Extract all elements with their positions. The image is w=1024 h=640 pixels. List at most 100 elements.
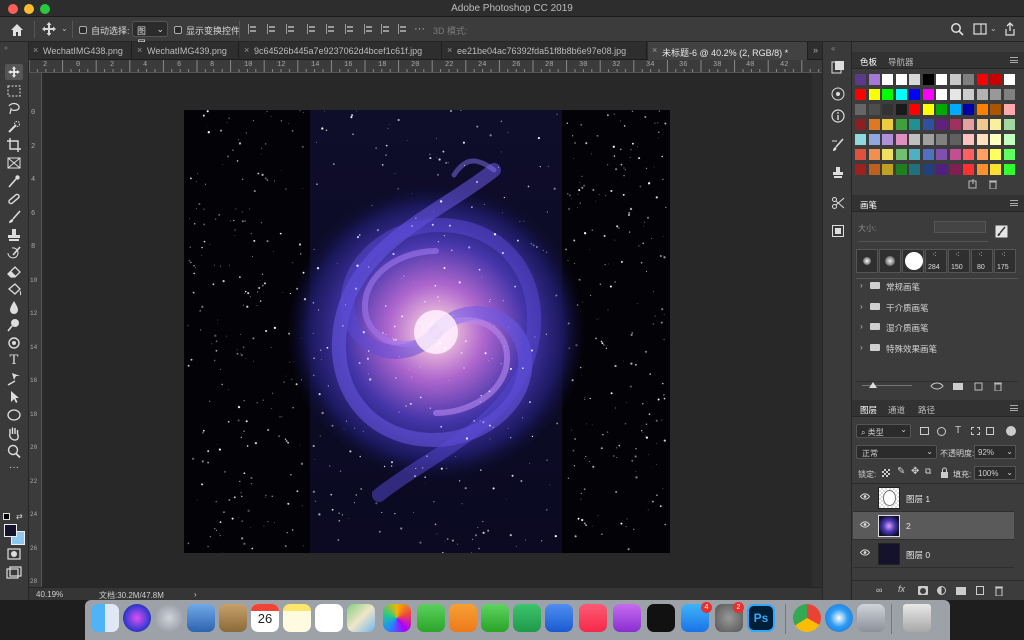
close-tab-icon[interactable]: × [33, 45, 38, 55]
archive-utility-icon[interactable] [857, 604, 885, 632]
swap-colors-icon[interactable]: ⇄ [16, 512, 25, 521]
trash-icon[interactable] [988, 179, 998, 189]
new-brush-icon[interactable] [974, 381, 984, 391]
color-swatch[interactable] [882, 134, 893, 145]
actions-icon[interactable] [831, 224, 845, 238]
color-swatch[interactable] [909, 149, 920, 160]
chevron-down-icon[interactable]: ⌄ [61, 24, 68, 33]
numbers-icon[interactable] [513, 604, 541, 632]
brush-preset[interactable]: ⁖ 150 [948, 249, 970, 273]
color-swatch[interactable] [855, 89, 866, 100]
eye-icon[interactable] [860, 549, 870, 556]
filter-toggle[interactable] [1006, 426, 1016, 436]
color-swatch[interactable] [895, 164, 907, 175]
distribute-top-icon[interactable] [364, 24, 374, 34]
filter-pixel-icon[interactable] [920, 427, 929, 435]
show-transform-checkbox[interactable] [174, 26, 182, 34]
color-swatch[interactable] [882, 119, 893, 130]
panel-menu-icon[interactable] [1010, 405, 1018, 411]
auto-select-checkbox[interactable] [79, 26, 87, 34]
color-swatch[interactable] [922, 104, 934, 115]
foreground-color-swatch[interactable] [4, 524, 17, 537]
color-swatch[interactable] [976, 149, 988, 160]
color-swatch[interactable] [882, 89, 893, 100]
brush-tool-icon[interactable] [5, 209, 23, 225]
color-swatch[interactable] [963, 134, 974, 145]
layer-row[interactable]: 图层 0 [853, 540, 1014, 568]
tab-brushes[interactable]: 画笔 [860, 199, 877, 211]
close-tab-icon[interactable]: × [652, 45, 657, 55]
color-swatch[interactable] [855, 134, 866, 145]
chevron-down-icon[interactable]: ⌄ [990, 24, 997, 33]
eye-icon[interactable] [860, 521, 870, 528]
filter-shape-icon[interactable] [971, 427, 980, 435]
finder-icon[interactable] [91, 604, 119, 632]
folder-icon[interactable] [953, 382, 963, 390]
dodge-tool-icon[interactable] [5, 317, 23, 333]
color-swatch[interactable] [922, 74, 934, 85]
color-swatch[interactable] [909, 104, 920, 115]
lasso-tool-icon[interactable] [5, 101, 23, 117]
history-icon[interactable] [831, 60, 845, 74]
move-tool-icon[interactable] [42, 22, 56, 36]
color-swatch[interactable] [868, 74, 880, 85]
color-swatch[interactable] [855, 149, 866, 160]
color-swatch[interactable] [855, 164, 866, 175]
podcasts-icon[interactable] [613, 604, 641, 632]
color-swatch[interactable] [1003, 134, 1015, 145]
brush-preset[interactable] [856, 249, 878, 273]
color-swatch[interactable] [990, 134, 1001, 145]
color-swatch[interactable] [895, 89, 907, 100]
info-icon[interactable] [831, 109, 845, 123]
chrome-icon[interactable] [793, 604, 821, 632]
document-tab[interactable]: × WechatIMG439.png [133, 42, 239, 60]
color-swatch[interactable] [949, 119, 961, 130]
eraser-tool-icon[interactable] [5, 263, 23, 279]
siri-icon[interactable] [123, 604, 151, 632]
facetime-icon[interactable] [481, 604, 509, 632]
color-swatch[interactable] [909, 134, 920, 145]
panel-menu-icon[interactable] [1010, 200, 1018, 206]
blur-tool-icon[interactable] [5, 299, 23, 315]
more-options-icon[interactable]: ··· [414, 23, 425, 35]
document-canvas[interactable] [184, 110, 670, 553]
notes-icon[interactable] [283, 604, 311, 632]
collapse-icon[interactable]: « [831, 44, 835, 53]
preview-icon[interactable] [187, 604, 215, 632]
link-layers-icon[interactable]: ∞ [876, 585, 882, 595]
color-swatch[interactable] [868, 89, 880, 100]
new-swatch-icon[interactable] [968, 179, 978, 189]
distribute-bottom-icon[interactable] [398, 24, 408, 34]
lock-all-icon[interactable] [940, 467, 949, 478]
color-swatch[interactable] [1003, 149, 1015, 160]
color-swatch[interactable] [976, 104, 988, 115]
close-tab-icon[interactable]: × [244, 45, 249, 55]
color-swatch[interactable] [855, 74, 866, 85]
color-swatch[interactable] [949, 149, 961, 160]
align-right-icon[interactable] [286, 24, 296, 34]
distribute-middle-icon[interactable] [381, 24, 391, 34]
history-brush-tool-icon[interactable] [5, 245, 23, 261]
document-tab-active[interactable]: × 未标题-6 @ 40.2% (2, RGB/8) * [648, 42, 808, 60]
new-layer-icon[interactable] [976, 586, 984, 595]
photos-icon[interactable] [383, 604, 411, 632]
color-swatch[interactable] [990, 164, 1001, 175]
align-center-icon[interactable] [267, 24, 277, 34]
eye-icon[interactable] [860, 493, 870, 500]
color-swatch[interactable] [936, 89, 947, 100]
filter-adjustment-icon[interactable] [937, 427, 946, 436]
tab-paths[interactable]: 路径 [918, 404, 935, 416]
fill-input[interactable]: 100% ⌄ [974, 466, 1016, 480]
clone-stamp-tool-icon[interactable] [5, 227, 23, 243]
layer-row[interactable]: 图层 1 [853, 484, 1014, 512]
clone-source-icon[interactable] [831, 166, 845, 180]
quick-select-tool-icon[interactable] [5, 119, 23, 135]
brush-group[interactable]: › 干介质画笔 [858, 299, 1018, 319]
pages-icon[interactable] [449, 604, 477, 632]
brush-size-slider[interactable] [858, 241, 988, 242]
brush-group[interactable]: › 常规画笔 [858, 278, 1018, 298]
color-swatch[interactable] [882, 104, 893, 115]
lock-artboard-icon[interactable]: ⧉ [925, 466, 931, 477]
brush-preset[interactable]: ⁖ 80 [971, 249, 993, 273]
color-swatch[interactable] [882, 74, 893, 85]
